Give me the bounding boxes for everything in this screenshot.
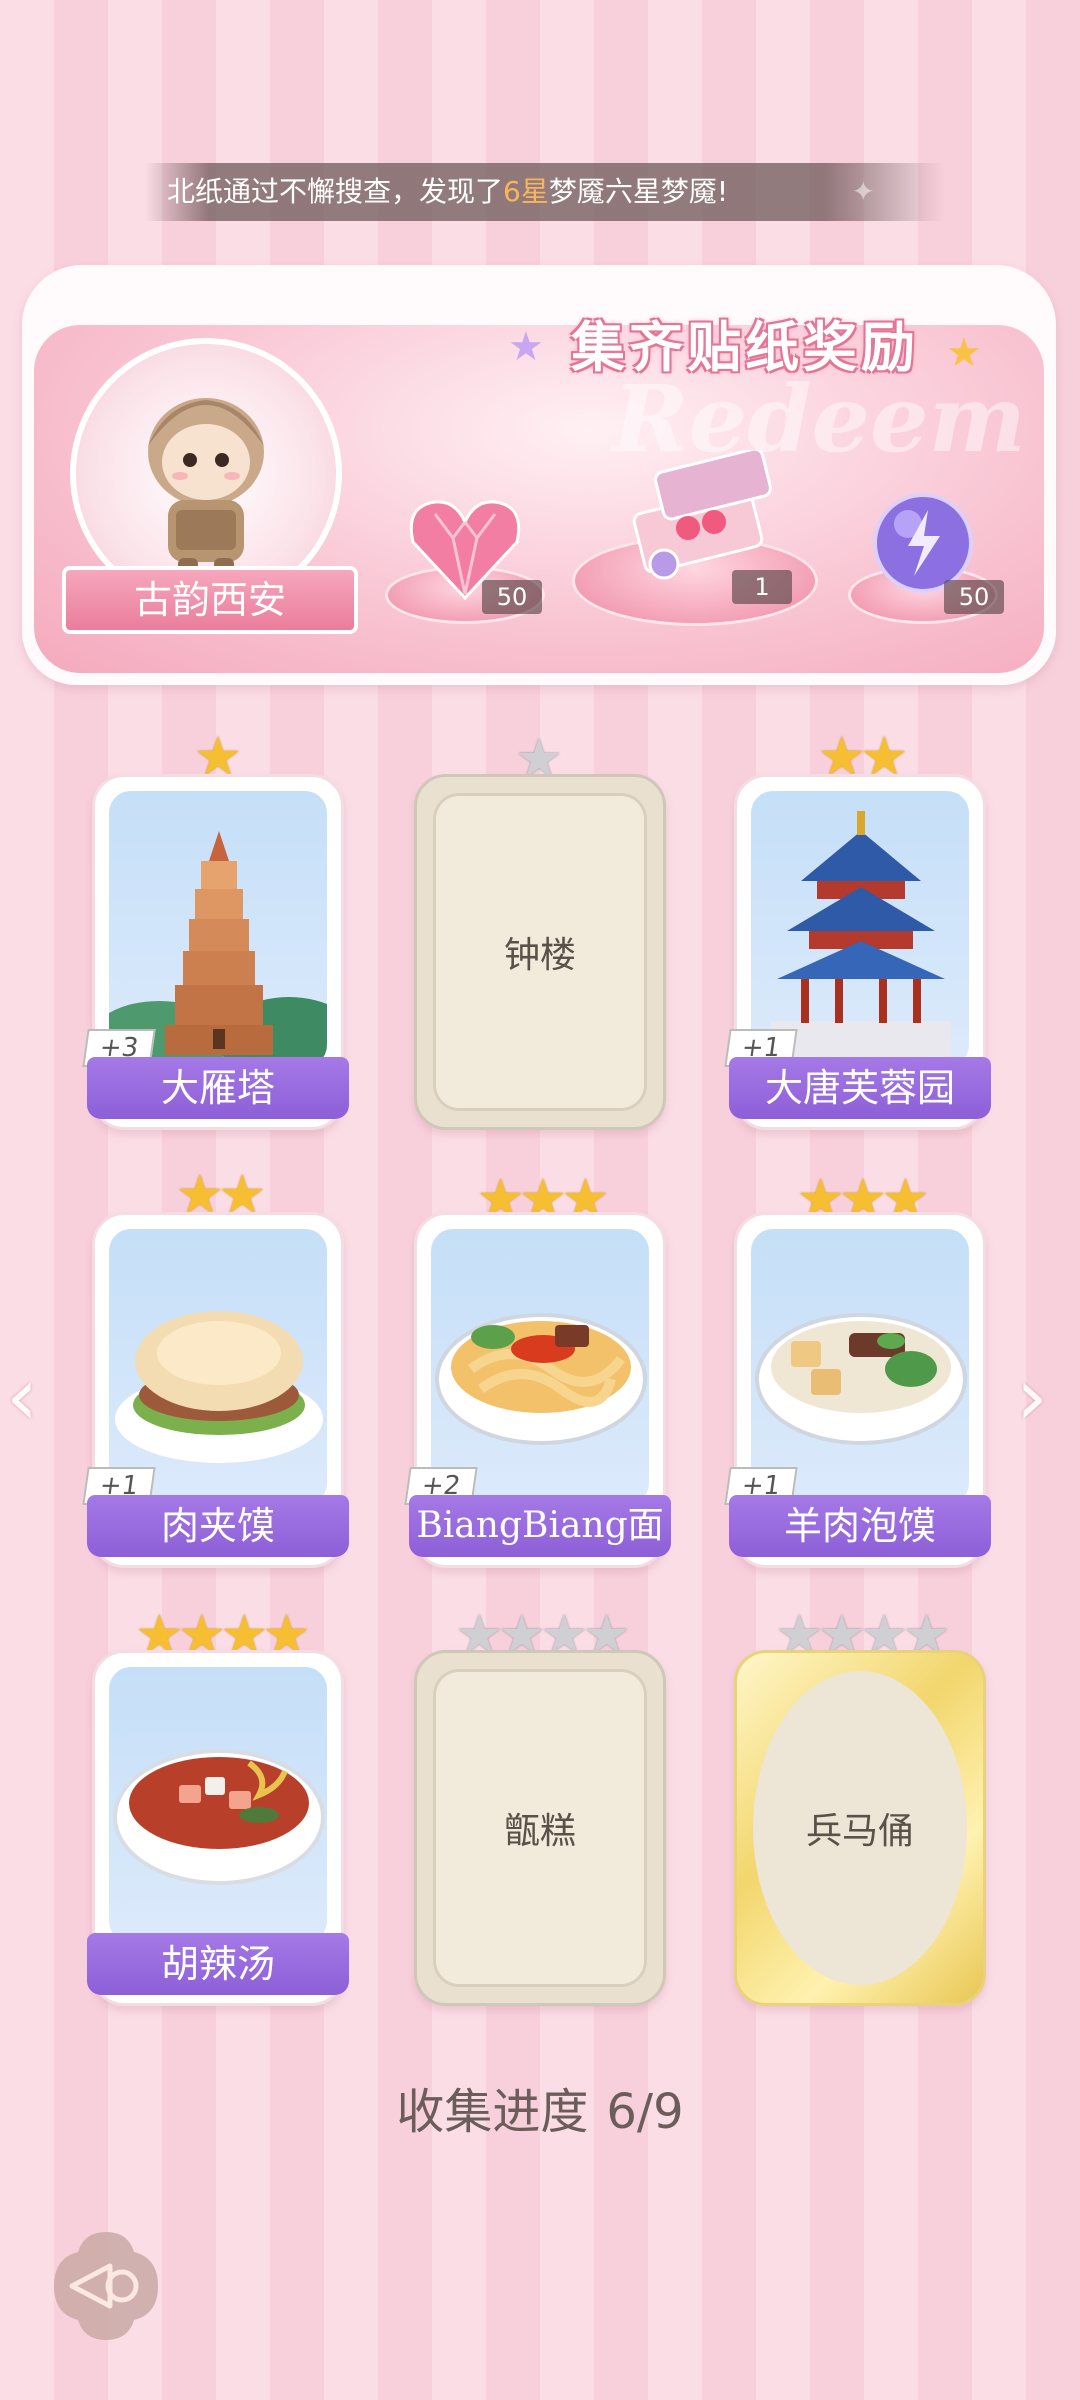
noodles-icon — [435, 1313, 647, 1445]
progress-value: 6/9 — [606, 2084, 684, 2140]
sticker-card[interactable]: +2 BiangBiang面 — [404, 1212, 671, 1568]
paomo-icon — [755, 1313, 967, 1445]
sticker-card[interactable]: 胡辣汤 — [87, 1650, 349, 2006]
sticker-card[interactable]: +1 肉夹馍 — [82, 1212, 349, 1568]
sticker-image — [751, 1229, 969, 1505]
avatar-label: 古韵西安 — [62, 566, 358, 634]
notification-prefix: 北纸通过不懈搜查，发现了 — [167, 175, 504, 208]
roujiamo-icon — [115, 1311, 323, 1463]
sticker-name: BiangBiang面 — [409, 1495, 671, 1557]
back-button[interactable] — [48, 2228, 164, 2344]
sticker-card[interactable]: +1 羊肉泡馍 — [724, 1212, 991, 1568]
reward-count: 1 — [732, 570, 792, 604]
pagoda-icon — [109, 831, 327, 1067]
locked-placeholder: 钟楼 — [433, 793, 647, 1111]
gift-box-icon — [632, 450, 772, 580]
sticker-card[interactable]: +3 大雁塔 — [82, 774, 349, 1130]
warrior-avatar-icon — [148, 398, 264, 578]
discovery-notification: 北纸通过不懈搜查，发现了6星梦魇六星梦魇! ✦ — [145, 163, 945, 221]
next-page-arrow-icon[interactable]: › — [1016, 1350, 1048, 1443]
sticker-name: 大雁塔 — [87, 1057, 349, 1119]
sticker-image — [109, 791, 327, 1067]
sticker-card[interactable]: +1 大唐芙蓉园 — [724, 774, 991, 1130]
sticker-image — [431, 1229, 649, 1505]
sticker-card-locked[interactable]: 甑糕 — [414, 1650, 666, 2006]
hot-soup-icon — [113, 1749, 325, 1885]
prev-page-arrow-icon[interactable]: ‹ — [6, 1350, 38, 1443]
notification-highlight: 6星 — [503, 175, 549, 208]
sticker-image — [109, 1229, 327, 1505]
locked-placeholder: 甑糕 — [433, 1669, 647, 1987]
progress-label: 收集进度 — [396, 2084, 589, 2140]
sticker-name: 羊肉泡馍 — [729, 1495, 991, 1557]
sticker-name: 肉夹馍 — [87, 1495, 349, 1557]
pavilion-icon — [771, 811, 951, 1061]
star-decoration-icon: ★ — [946, 330, 982, 376]
banner-title: 集齐贴纸奖励 — [571, 316, 919, 379]
sticker-name: 大唐芙蓉园 — [729, 1057, 991, 1119]
reward-count: 50 — [482, 580, 542, 614]
sticker-name: 兵马俑 — [805, 1811, 914, 1852]
sticker-name: 钟楼 — [503, 935, 576, 976]
back-arrow-icon — [54, 2232, 158, 2340]
sticker-card-locked[interactable]: 钟楼 — [414, 774, 666, 1130]
sticker-card-locked-rare[interactable]: 兵马俑 — [734, 1650, 986, 2006]
collection-progress: 收集进度 6/9 — [0, 2072, 1080, 2142]
sticker-name: 甑糕 — [503, 1811, 576, 1852]
sticker-name: 胡辣汤 — [87, 1933, 349, 1995]
notification-suffix: 梦魇六星梦魇! — [548, 175, 729, 208]
locked-placeholder: 兵马俑 — [753, 1671, 967, 1985]
star-decoration-icon: ★ — [508, 324, 544, 370]
sticker-image — [109, 1667, 327, 1943]
sparkle-icon: ✦ — [851, 175, 875, 208]
sticker-image — [751, 791, 969, 1067]
reward-count: 50 — [944, 580, 1004, 614]
